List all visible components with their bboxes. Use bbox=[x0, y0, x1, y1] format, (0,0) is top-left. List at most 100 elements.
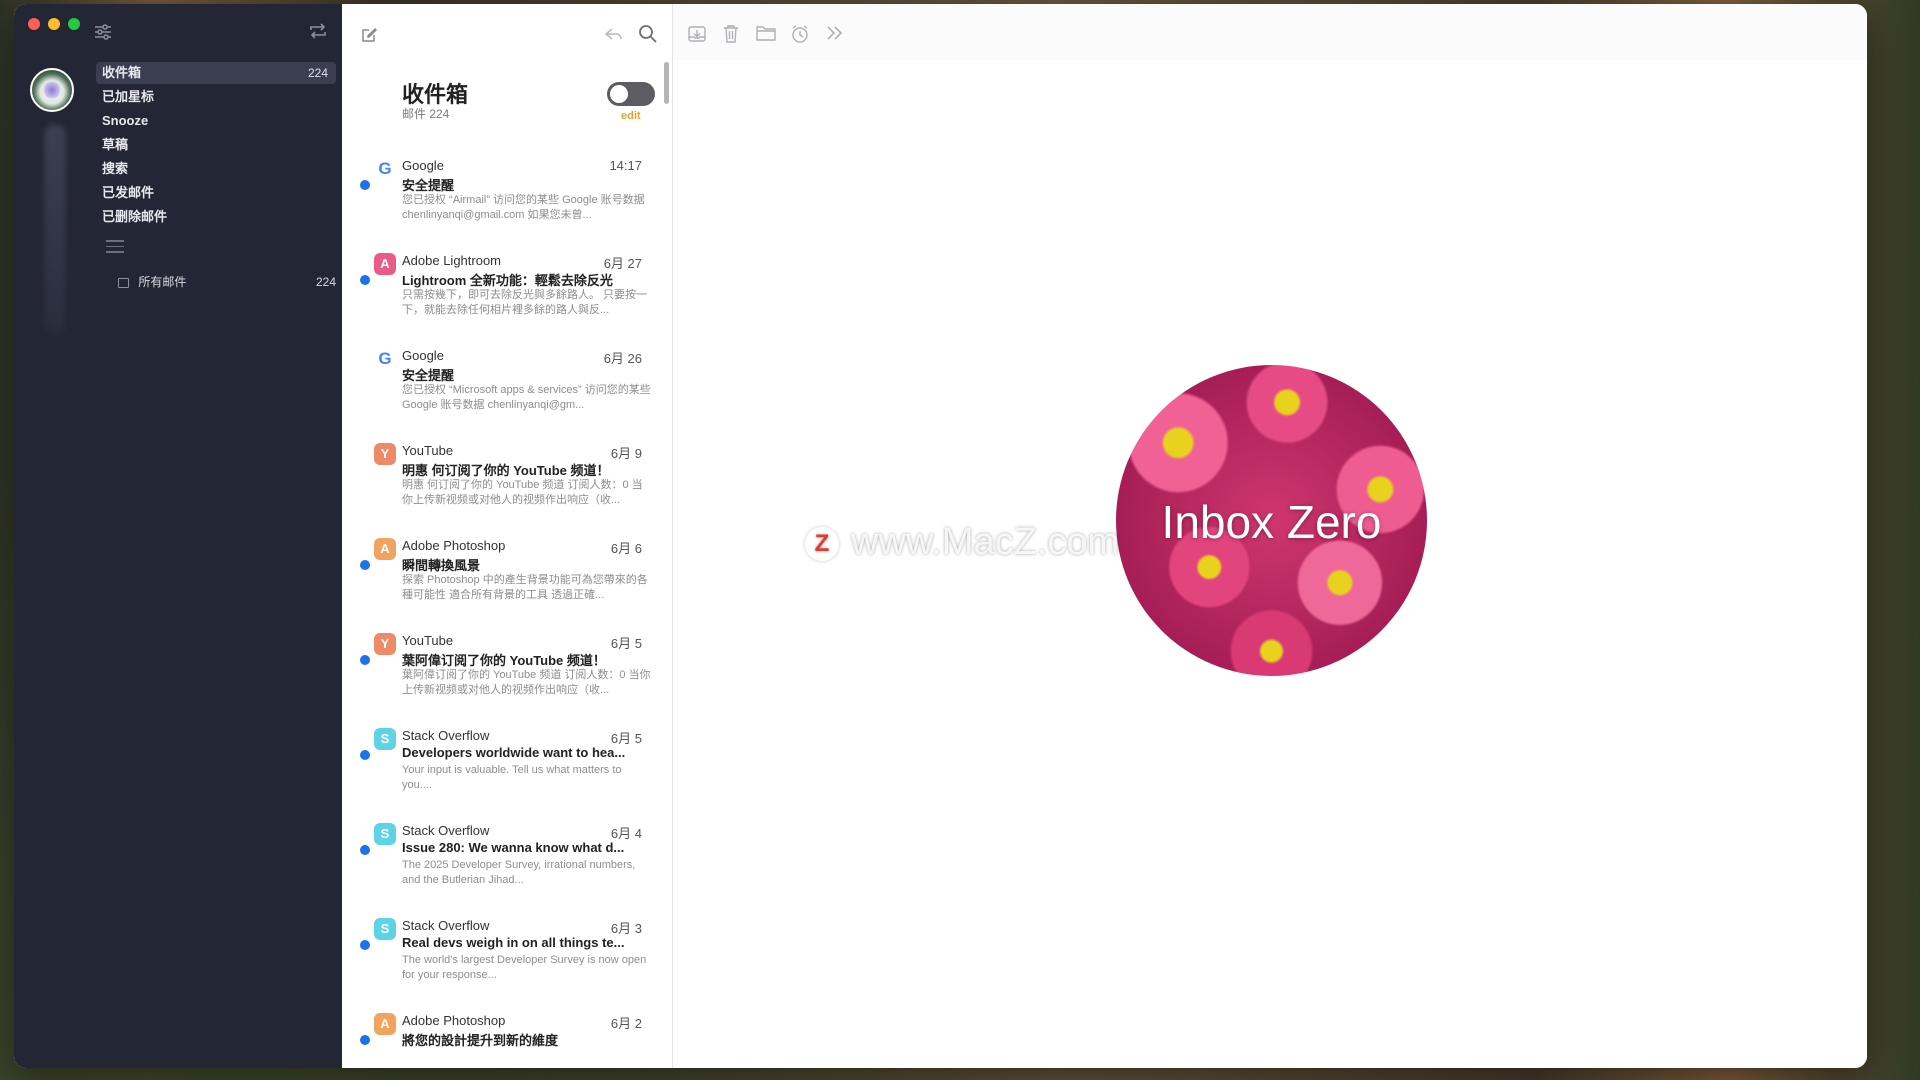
more-folders-menu-icon[interactable] bbox=[106, 240, 124, 257]
message-subject: Issue 280: We wanna know what d... bbox=[402, 840, 625, 855]
folder-snooze[interactable]: Snooze bbox=[96, 110, 336, 132]
chevron-double-right-icon[interactable] bbox=[825, 24, 845, 45]
folder-trash[interactable]: 已删除邮件 bbox=[96, 206, 336, 228]
snooze-alarm-icon[interactable] bbox=[790, 24, 810, 47]
inbox-zero-label: Inbox Zero bbox=[1161, 496, 1382, 548]
folder-label: 所有邮件 bbox=[138, 275, 187, 289]
google-logo-icon: G bbox=[378, 159, 392, 178]
filter-sliders-icon[interactable] bbox=[94, 24, 112, 45]
unread-filter-toggle[interactable] bbox=[607, 82, 655, 106]
search-icon[interactable] bbox=[638, 24, 658, 47]
watermark: Zwww.MacZ.com bbox=[805, 521, 1119, 564]
message-sender: Google bbox=[402, 158, 444, 173]
folder-count: 224 bbox=[307, 66, 328, 80]
account-switcher-blurred bbox=[44, 124, 66, 334]
folder-label: Snooze bbox=[102, 113, 149, 128]
message-row[interactable]: Y YouTube 6月 5 葉阿偉订阅了你的 YouTube 频道！ 葉阿偉订… bbox=[342, 629, 672, 724]
unread-dot bbox=[360, 560, 370, 570]
folder-label: 收件箱 bbox=[102, 65, 142, 80]
sender-avatar-icon: A bbox=[374, 1013, 396, 1035]
folder-inbox[interactable]: 收件箱 224 bbox=[96, 62, 336, 84]
list-header: 收件箱 邮件 224 bbox=[402, 82, 468, 120]
message-time: 14:17 bbox=[609, 158, 642, 173]
unread-dot bbox=[360, 940, 370, 950]
unread-dot bbox=[360, 655, 370, 665]
message-row[interactable]: A Adobe Photoshop 6月 6 瞬間轉換風景 探索 Photosh… bbox=[342, 534, 672, 629]
message-subject: 明惠 何订阅了你的 YouTube 频道！ bbox=[402, 463, 610, 478]
message-row[interactable]: A Adobe Photoshop 6月 2 將您的設計提升到新的維度 bbox=[342, 1009, 672, 1068]
compose-icon[interactable] bbox=[360, 26, 378, 47]
folder-move-icon[interactable] bbox=[755, 24, 777, 45]
folder-label: 已发邮件 bbox=[102, 185, 155, 200]
sync-icon[interactable] bbox=[308, 22, 328, 45]
message-subject: Developers worldwide want to hea... bbox=[402, 745, 626, 760]
message-preview: The 2025 Developer Survey, irrational nu… bbox=[402, 859, 636, 886]
message-preview: Your input is valuable. Tell us what mat… bbox=[402, 764, 622, 791]
message-sender: Adobe Photoshop bbox=[402, 1013, 506, 1028]
list-scrollbar[interactable] bbox=[664, 62, 669, 104]
folder-search[interactable]: 搜索 bbox=[96, 158, 336, 180]
folder-starred[interactable]: 已加星标 bbox=[96, 86, 336, 108]
folder-list: 收件箱 224 已加星标 Snooze 草稿 搜索 已发邮件 已删除邮件 bbox=[96, 62, 336, 230]
message-subject: Lightroom 全新功能：輕鬆去除反光 bbox=[402, 273, 613, 288]
mailbox-icon bbox=[118, 277, 129, 288]
message-row[interactable]: S Stack Overflow 6月 4 Issue 280: We wann… bbox=[342, 819, 672, 914]
unread-dot bbox=[360, 275, 370, 285]
sender-avatar-icon: Y bbox=[374, 633, 396, 655]
watermark-text: www.MacZ.com bbox=[851, 521, 1120, 563]
message-preview: 葉阿偉订阅了你的 YouTube 频道 订阅人数：0 当你上传新视频或对他人的视… bbox=[402, 669, 651, 696]
list-toolbar bbox=[342, 4, 672, 60]
message-subject: 瞬間轉換風景 bbox=[402, 558, 481, 573]
message-row[interactable]: S Stack Overflow 6月 5 Developers worldwi… bbox=[342, 724, 672, 819]
pane-toolbar bbox=[673, 4, 1867, 60]
page-title: 收件箱 bbox=[402, 82, 469, 107]
sidebar: 收件箱 224 已加星标 Snooze 草稿 搜索 已发邮件 已删除邮件 所有邮… bbox=[14, 4, 342, 1068]
account-avatar[interactable] bbox=[30, 68, 74, 112]
message-preview: 您已授权 “Airmail” 访问您的某些 Google 账号数据 chenli… bbox=[402, 194, 645, 221]
folder-count: 224 bbox=[315, 275, 336, 289]
message-subject: 安全提醒 bbox=[402, 178, 455, 193]
message-sender: Stack Overflow bbox=[402, 823, 490, 838]
message-sender: Adobe Photoshop bbox=[402, 538, 506, 553]
mail-window: 收件箱 224 已加星标 Snooze 草稿 搜索 已发邮件 已删除邮件 所有邮… bbox=[14, 4, 1867, 1068]
message-subject: 將您的設計提升到新的維度 bbox=[402, 1033, 559, 1048]
message-sender: Stack Overflow bbox=[402, 918, 490, 933]
inbox-zero-illustration: Inbox Zero bbox=[1116, 365, 1427, 676]
sender-avatar-icon: Y bbox=[374, 443, 396, 465]
message-sender: Google bbox=[402, 348, 444, 363]
reading-pane: Inbox Zero Zwww.MacZ.com bbox=[673, 4, 1867, 1068]
unread-dot bbox=[360, 845, 370, 855]
message-sender: Adobe Lightroom bbox=[402, 253, 502, 268]
trash-icon[interactable] bbox=[722, 24, 740, 47]
zoom-window-button[interactable] bbox=[68, 18, 80, 30]
edit-button[interactable]: edit bbox=[621, 110, 641, 122]
message-row[interactable]: G Google 14:17 安全提醒 您已授权 “Airmail” 访问您的某… bbox=[342, 154, 672, 249]
message-subject: 葉阿偉订阅了你的 YouTube 频道！ bbox=[402, 653, 606, 668]
message-preview: 明惠 何订阅了你的 YouTube 频道 订阅人数：0 当你上传新视频或对他人的… bbox=[402, 479, 643, 506]
folder-all-mail[interactable]: 所有邮件 224 bbox=[118, 272, 336, 292]
folder-drafts[interactable]: 草稿 bbox=[96, 134, 336, 156]
close-window-button[interactable] bbox=[28, 18, 40, 30]
message-row[interactable]: Y YouTube 6月 9 明惠 何订阅了你的 YouTube 频道！ 明惠 … bbox=[342, 439, 672, 534]
folder-label: 已加星标 bbox=[102, 89, 155, 104]
unread-dot bbox=[360, 1035, 370, 1045]
message-preview: 您已授权 “Microsoft apps & services” 访问您的某些 … bbox=[402, 384, 651, 411]
message-row[interactable]: S Stack Overflow 6月 3 Real devs weigh in… bbox=[342, 914, 672, 1009]
message-count-subtitle: 邮件 224 bbox=[402, 107, 450, 121]
reply-icon[interactable] bbox=[604, 26, 624, 45]
minimize-window-button[interactable] bbox=[48, 18, 60, 30]
sender-avatar-icon: A bbox=[374, 538, 396, 560]
folder-label: 搜索 bbox=[102, 161, 129, 176]
folder-label: 草稿 bbox=[102, 137, 129, 152]
message-preview: 探索 Photoshop 中的產生背景功能可為您帶來的各種可能性 適合所有背景的… bbox=[402, 574, 648, 601]
message-preview: 只需按幾下，即可去除反光與多餘路人。 只要按一下，就能去除任何相片裡多餘的路人與… bbox=[402, 289, 648, 316]
sender-avatar-icon: S bbox=[374, 728, 396, 750]
message-row[interactable]: A Adobe Lightroom 6月 27 Lightroom 全新功能：輕… bbox=[342, 249, 672, 344]
archive-icon[interactable] bbox=[687, 24, 707, 47]
message-subject: Real devs weigh in on all things te... bbox=[402, 935, 625, 950]
message-row[interactable]: G Google 6月 26 安全提醒 您已授权 “Microsoft apps… bbox=[342, 344, 672, 439]
message-sender: YouTube bbox=[402, 443, 454, 458]
folder-sent[interactable]: 已发邮件 bbox=[96, 182, 336, 204]
folder-label: 已删除邮件 bbox=[102, 209, 168, 224]
sender-avatar-icon: S bbox=[374, 918, 396, 940]
